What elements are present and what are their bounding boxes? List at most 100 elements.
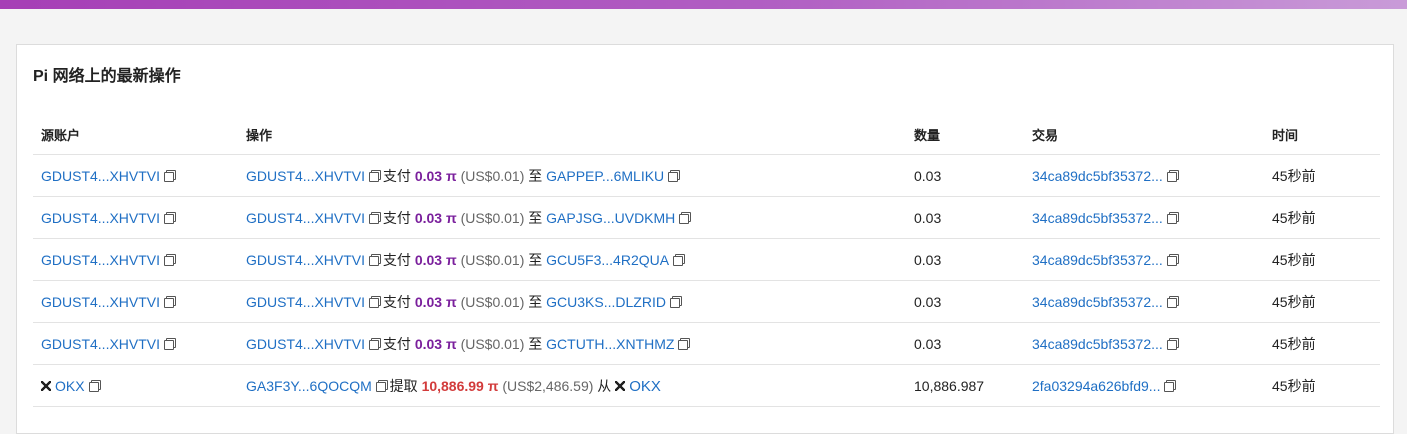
operation-preposition: 至 <box>528 209 543 226</box>
operation-cell: GDUST4...XHVTVI 支付 0.03 π (US$0.01) 至 GC… <box>238 280 906 323</box>
copy-icon[interactable] <box>88 381 99 392</box>
operation-from-link[interactable]: GDUST4...XHVTVI <box>246 210 365 226</box>
usd-value: (US$2,486.59) <box>502 377 594 394</box>
operation-preposition: 至 <box>528 251 543 268</box>
copy-icon[interactable] <box>164 297 175 308</box>
copy-icon[interactable] <box>164 339 175 350</box>
transaction-link[interactable]: 34ca89dc5bf35372... <box>1032 210 1163 226</box>
copy-icon[interactable] <box>1166 297 1177 308</box>
source-account-link[interactable]: GDUST4...XHVTVI <box>41 294 160 310</box>
panel-title: Pi 网络上的最新操作 <box>33 68 181 85</box>
transaction-cell: 34ca89dc5bf35372... <box>1024 154 1264 197</box>
time-cell: 45秒前 <box>1264 154 1380 197</box>
payment-amount: 0.03 π <box>414 335 457 352</box>
payment-amount: 0.03 π <box>414 251 457 268</box>
payment-amount: 0.03 π <box>414 167 457 184</box>
copy-icon[interactable] <box>369 171 380 182</box>
transaction-cell: 34ca89dc5bf35372... <box>1024 238 1264 281</box>
operation-cell: GDUST4...XHVTVI 支付 0.03 π (US$0.01) 至 GA… <box>238 196 906 239</box>
operation-preposition: 至 <box>528 335 543 352</box>
operation-verb: 支付 <box>382 167 411 184</box>
table-row: GDUST4...XHVTVI GDUST4...XHVTVI 支付 0.03 … <box>33 322 1380 365</box>
copy-icon[interactable] <box>1166 339 1177 350</box>
usd-value: (US$0.01) <box>460 251 525 268</box>
source-account-link[interactable]: GDUST4...XHVTVI <box>41 168 160 184</box>
copy-icon[interactable] <box>369 213 380 224</box>
operation-to-link[interactable]: GAPPEP...6MLIKU <box>546 168 664 184</box>
operation-to-link[interactable]: GCU3KS...DLZRID <box>546 294 666 310</box>
operation-cell: GA3F3Y...6QOCQM 提取 10,886.99 π (US$2,486… <box>238 364 906 407</box>
transaction-link[interactable]: 34ca89dc5bf35372... <box>1032 294 1163 310</box>
operation-verb: 支付 <box>382 293 411 310</box>
transaction-cell: 2fa03294a626bfd9... <box>1024 364 1264 407</box>
usd-value: (US$0.01) <box>460 335 525 352</box>
transaction-link[interactable]: 34ca89dc5bf35372... <box>1032 336 1163 352</box>
copy-icon[interactable] <box>1166 171 1177 182</box>
table-row: GDUST4...XHVTVI GDUST4...XHVTVI 支付 0.03 … <box>33 238 1380 281</box>
transaction-link[interactable]: 34ca89dc5bf35372... <box>1032 168 1163 184</box>
table-row: GDUST4...XHVTVI GDUST4...XHVTVI 支付 0.03 … <box>33 196 1380 239</box>
copy-icon[interactable] <box>1166 255 1177 266</box>
payment-amount: 0.03 π <box>414 209 457 226</box>
operation-to-link[interactable]: GAPJSG...UVDKMH <box>546 210 675 226</box>
usd-value: (US$0.01) <box>460 167 525 184</box>
operation-verb: 提取 <box>389 377 418 394</box>
copy-icon[interactable] <box>678 339 689 350</box>
operation-to-link[interactable]: OKX <box>629 378 661 395</box>
column-header-quantity: 数量 <box>906 115 1024 155</box>
operation-from-link[interactable]: GDUST4...XHVTVI <box>246 168 365 184</box>
source-account-link[interactable]: GDUST4...XHVTVI <box>41 252 160 268</box>
time-cell: 45秒前 <box>1264 364 1380 407</box>
source-account-link[interactable]: GDUST4...XHVTVI <box>41 210 160 226</box>
quantity-cell: 10,886.987 <box>906 364 1024 407</box>
latest-operations-panel: Pi 网络上的最新操作 源账户 操作 数量 交易 时间 GDUST4...XHV… <box>16 44 1394 434</box>
table-header-row: 源账户 操作 数量 交易 时间 <box>33 115 1380 155</box>
operation-cell: GDUST4...XHVTVI 支付 0.03 π (US$0.01) 至 GC… <box>238 322 906 365</box>
usd-value: (US$0.01) <box>460 209 525 226</box>
operation-preposition: 至 <box>528 167 543 184</box>
transaction-cell: 34ca89dc5bf35372... <box>1024 196 1264 239</box>
okx-icon <box>615 380 626 391</box>
payment-amount: 0.03 π <box>414 293 457 310</box>
operation-to-link[interactable]: GCTUTH...XNTHMZ <box>546 336 674 352</box>
column-header-source: 源账户 <box>33 115 238 155</box>
copy-icon[interactable] <box>679 213 690 224</box>
operation-verb: 支付 <box>382 335 411 352</box>
copy-icon[interactable] <box>668 171 679 182</box>
transaction-cell: 34ca89dc5bf35372... <box>1024 280 1264 323</box>
copy-icon[interactable] <box>164 255 175 266</box>
table-row: OKX GA3F3Y...6QOCQM 提取 10,886.99 π (US$2… <box>33 364 1380 407</box>
operation-verb: 支付 <box>382 251 411 268</box>
copy-icon[interactable] <box>369 255 380 266</box>
operation-from-link[interactable]: GDUST4...XHVTVI <box>246 336 365 352</box>
copy-icon[interactable] <box>164 213 175 224</box>
copy-icon[interactable] <box>1166 213 1177 224</box>
copy-icon[interactable] <box>164 171 175 182</box>
transaction-link[interactable]: 34ca89dc5bf35372... <box>1032 252 1163 268</box>
operation-from-link[interactable]: GDUST4...XHVTVI <box>246 294 365 310</box>
source-account-link[interactable]: OKX <box>55 378 85 394</box>
source-account-link[interactable]: GDUST4...XHVTVI <box>41 336 160 352</box>
usd-value: (US$0.01) <box>460 293 525 310</box>
copy-icon[interactable] <box>375 381 386 392</box>
quantity-cell: 0.03 <box>906 238 1024 281</box>
copy-icon[interactable] <box>1164 381 1175 392</box>
copy-icon[interactable] <box>673 255 684 266</box>
okx-icon <box>41 380 51 391</box>
operation-to-link[interactable]: GCU5F3...4R2QUA <box>546 252 669 268</box>
copy-icon[interactable] <box>369 339 380 350</box>
source-cell: GDUST4...XHVTVI <box>33 322 238 365</box>
transaction-cell: 34ca89dc5bf35372... <box>1024 322 1264 365</box>
copy-icon[interactable] <box>369 297 380 308</box>
operation-from-link[interactable]: GDUST4...XHVTVI <box>246 252 365 268</box>
source-cell: GDUST4...XHVTVI <box>33 238 238 281</box>
operation-preposition: 至 <box>528 293 543 310</box>
time-cell: 45秒前 <box>1264 322 1380 365</box>
column-header-time: 时间 <box>1264 115 1380 155</box>
source-cell: GDUST4...XHVTVI <box>33 280 238 323</box>
transaction-link[interactable]: 2fa03294a626bfd9... <box>1032 378 1160 394</box>
operation-preposition: 从 <box>597 377 612 394</box>
operation-from-link[interactable]: GA3F3Y...6QOCQM <box>246 378 372 394</box>
time-cell: 45秒前 <box>1264 238 1380 281</box>
copy-icon[interactable] <box>669 297 680 308</box>
